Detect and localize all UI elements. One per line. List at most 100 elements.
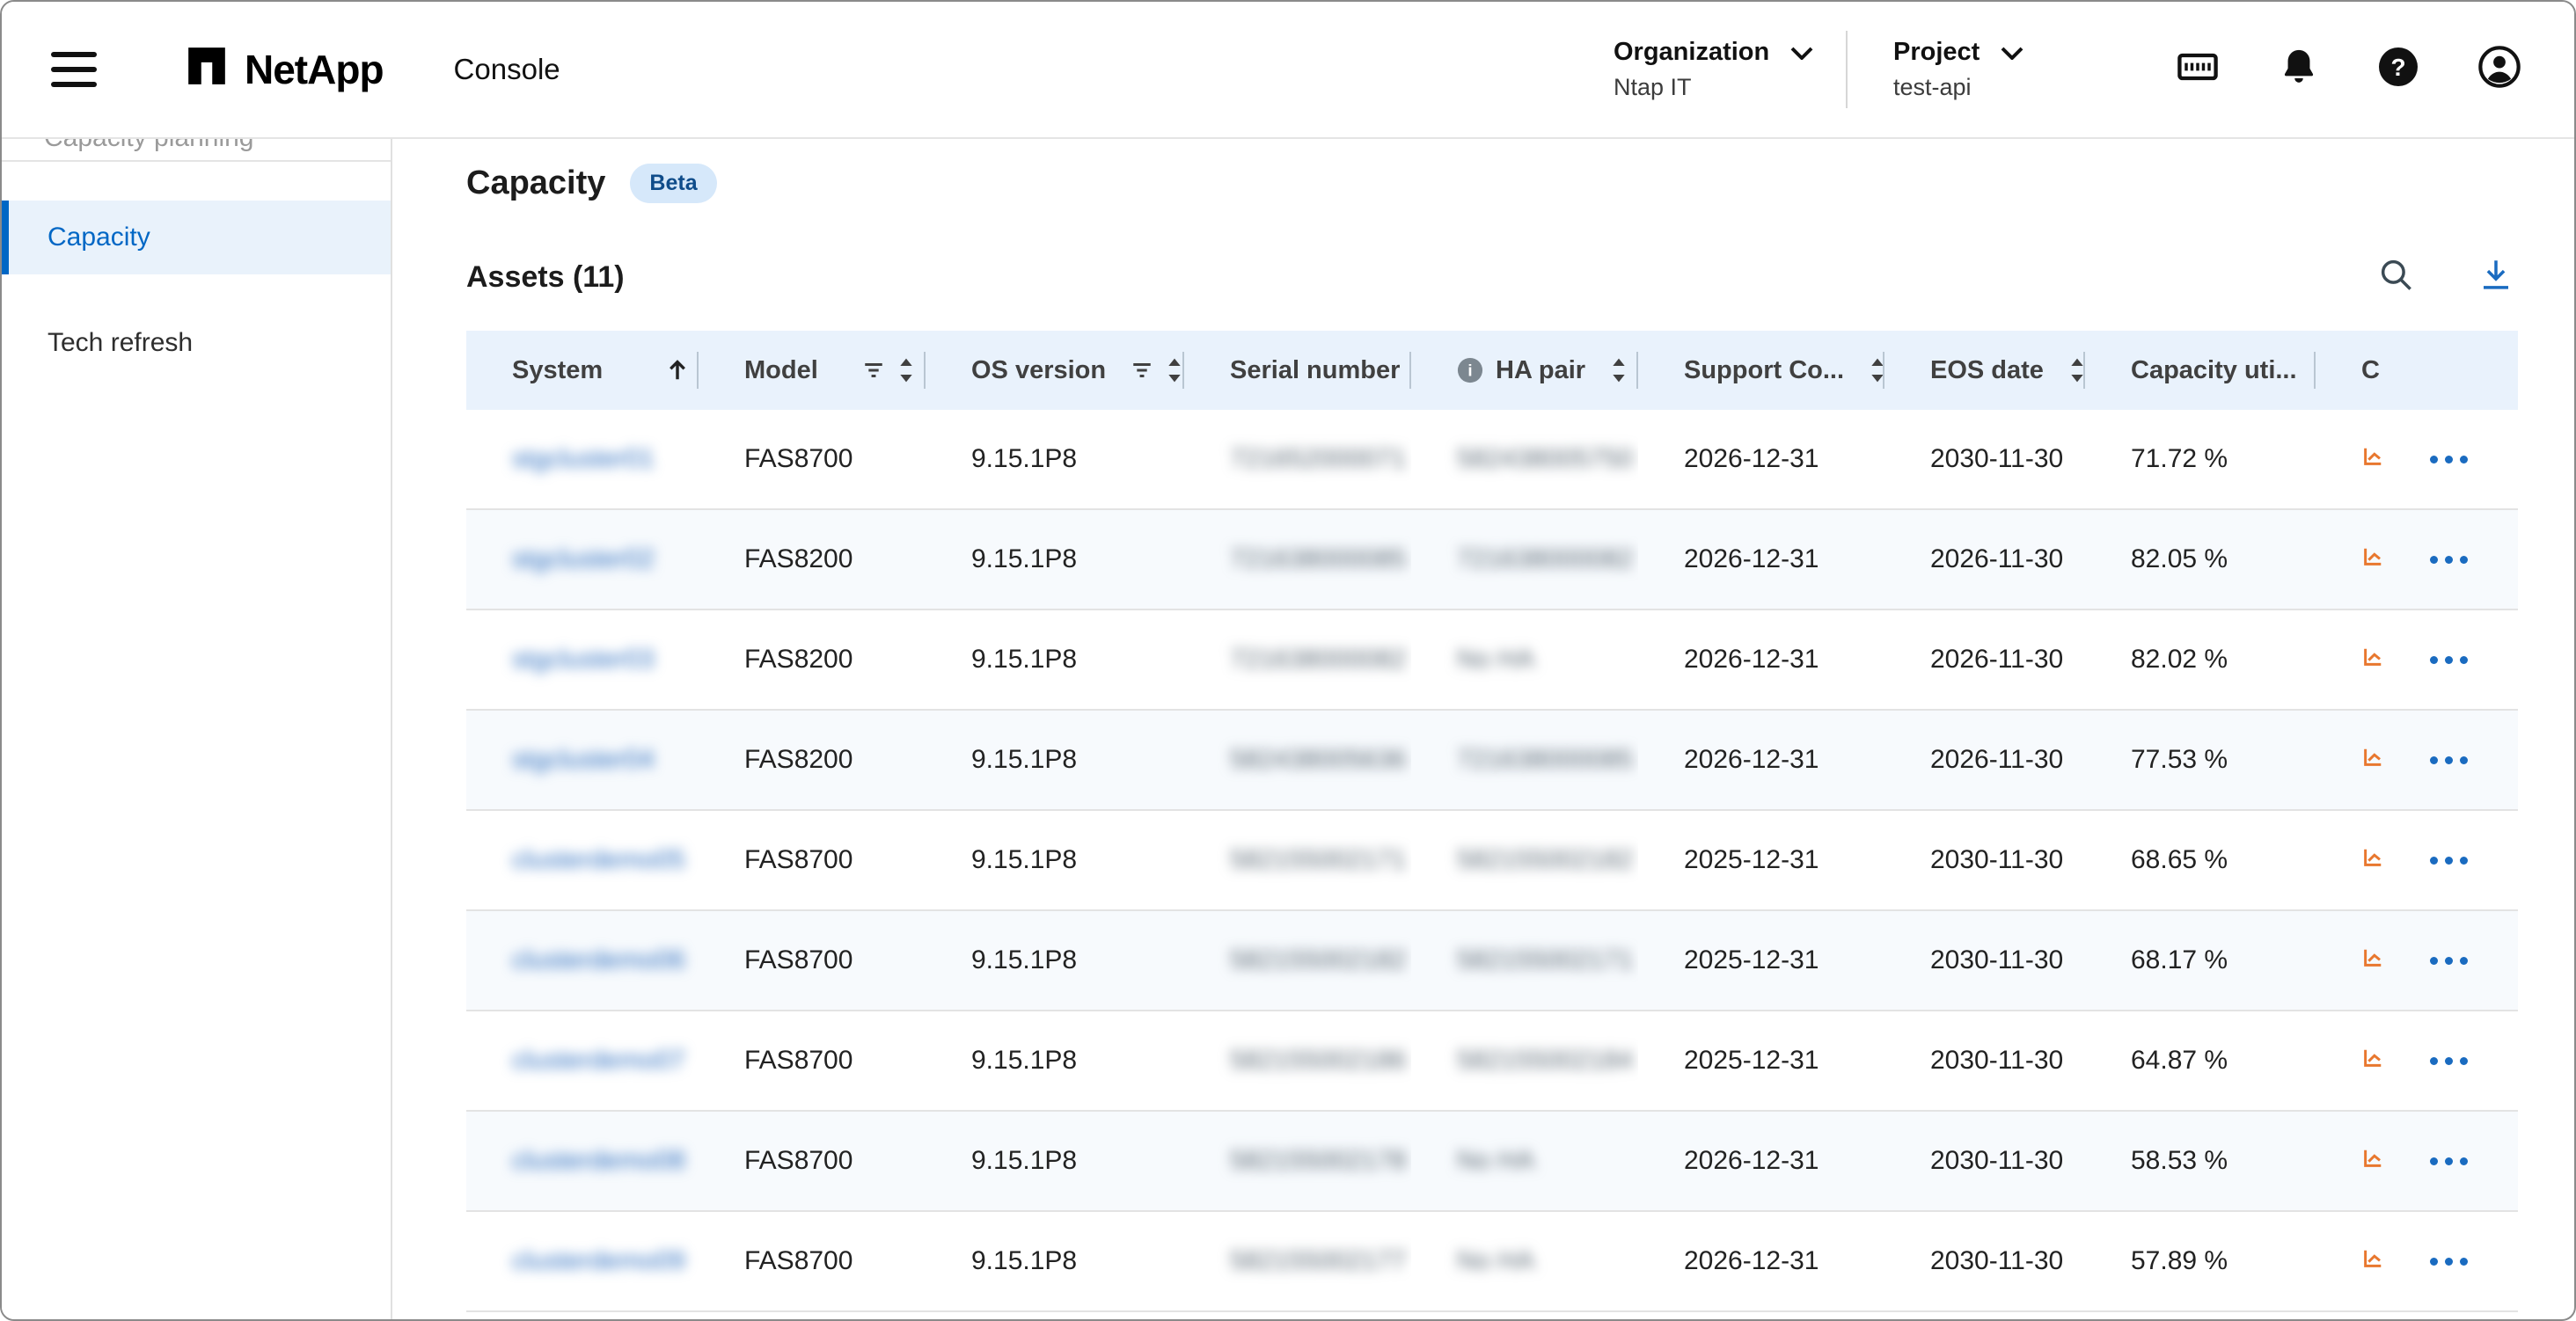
project-picker[interactable]: Project test-api bbox=[1893, 38, 2101, 101]
download-icon bbox=[2477, 256, 2514, 299]
capacity-utilization-cell: 64.87 % bbox=[2085, 1011, 2316, 1111]
ha-pair-cell: 721638000085 bbox=[1411, 710, 1638, 810]
row-actions-menu-icon[interactable] bbox=[2423, 649, 2475, 671]
sort-icon bbox=[1166, 357, 1183, 383]
row-actions-menu-icon[interactable] bbox=[2423, 449, 2475, 471]
sort-icon bbox=[1610, 357, 1628, 383]
sidebar-item-partial[interactable]: Capacity planning bbox=[2, 139, 391, 160]
capacity-trend-button[interactable] bbox=[2361, 946, 2384, 975]
sidebar-item-capacity[interactable]: Capacity bbox=[2, 201, 391, 274]
os-version-cell: 9.15.1P8 bbox=[926, 1111, 1184, 1211]
filter-icon bbox=[862, 359, 885, 382]
project-label: Project bbox=[1893, 38, 1980, 67]
capacity-trend-button[interactable] bbox=[2361, 445, 2384, 474]
capacity-trend-icon bbox=[2361, 846, 2384, 875]
header-divider bbox=[1846, 31, 1848, 108]
table-row: stgcluster01 FAS8700 9.15.1P8 7216520000… bbox=[466, 410, 2518, 509]
capacity-utilization-cell: 68.17 % bbox=[2085, 910, 2316, 1011]
notifications-button[interactable] bbox=[2279, 47, 2319, 93]
row-actions-cell bbox=[2316, 509, 2518, 609]
column-header-serial-number[interactable]: Serial number bbox=[1184, 331, 1411, 410]
eos-date-cell: 2030-11-30 bbox=[1884, 910, 2085, 1011]
sidebar: Capacity planning Capacity Tech refresh bbox=[2, 139, 392, 1319]
column-header-support-contract[interactable]: Support Co... bbox=[1638, 331, 1884, 410]
sidebar-item-tech-refresh[interactable]: Tech refresh bbox=[2, 306, 391, 380]
system-link[interactable]: clusterdemo08 bbox=[512, 1146, 685, 1175]
column-header-capacity-utilization[interactable]: Capacity uti... bbox=[2085, 331, 2316, 410]
table-row: clusterdemo05 FAS8700 9.15.1P8 582155002… bbox=[466, 810, 2518, 910]
os-version-cell: 9.15.1P8 bbox=[926, 1211, 1184, 1311]
system-link[interactable]: stgcluster04 bbox=[512, 745, 655, 774]
column-header-system[interactable]: System bbox=[466, 331, 699, 410]
system-link[interactable]: clusterdemo06 bbox=[512, 945, 685, 974]
column-header-os-version[interactable]: OS version bbox=[926, 331, 1184, 410]
serial-number-cell: 582155002186 bbox=[1184, 1011, 1411, 1111]
support-contract-cell: 2026-12-31 bbox=[1638, 1211, 1884, 1311]
column-header-eos-date[interactable]: EOS date bbox=[1884, 331, 2085, 410]
serial-number-cell: 582155002178 bbox=[1184, 1111, 1411, 1211]
capacity-trend-button[interactable] bbox=[2361, 1147, 2384, 1176]
account-button[interactable] bbox=[2477, 45, 2521, 95]
column-header-ha-pair[interactable]: i HA pair bbox=[1411, 331, 1638, 410]
capacity-trend-button[interactable] bbox=[2361, 846, 2384, 875]
capacity-trend-button[interactable] bbox=[2361, 1047, 2384, 1076]
organization-picker[interactable]: Organization Ntap IT bbox=[1614, 38, 1821, 101]
user-icon bbox=[2477, 45, 2521, 95]
table-row: clusterdemo08 FAS8700 9.15.1P8 582155002… bbox=[466, 1111, 2518, 1211]
sort-icon bbox=[1869, 357, 1884, 383]
column-header-truncated[interactable]: C bbox=[2316, 331, 2518, 410]
support-contract-cell: 2026-12-31 bbox=[1638, 710, 1884, 810]
sidebar-divider bbox=[2, 160, 391, 162]
capacity-utilization-cell: 58.53 % bbox=[2085, 1111, 2316, 1211]
capacity-utilization-cell: 82.05 % bbox=[2085, 509, 2316, 609]
table-row: stgcluster02 FAS8200 9.15.1P8 7216380000… bbox=[466, 509, 2518, 609]
row-actions-menu-icon[interactable] bbox=[2423, 850, 2475, 872]
system-link[interactable]: stgcluster01 bbox=[512, 444, 655, 473]
capacity-trend-button[interactable] bbox=[2361, 545, 2384, 574]
os-version-cell: 9.15.1P8 bbox=[926, 1011, 1184, 1111]
cli-console-button[interactable] bbox=[2175, 44, 2221, 96]
system-cell: clusterdemo07 bbox=[466, 1011, 699, 1111]
hamburger-menu-button[interactable] bbox=[51, 52, 97, 87]
system-link[interactable]: clusterdemo05 bbox=[512, 845, 685, 874]
serial-number-cell: 721638000082 bbox=[1184, 609, 1411, 710]
model-cell: FAS8200 bbox=[699, 509, 926, 609]
system-cell: stgcluster02 bbox=[466, 509, 699, 609]
system-cell: clusterdemo09 bbox=[466, 1211, 699, 1311]
row-actions-menu-icon[interactable] bbox=[2423, 1251, 2475, 1273]
table-row: stgcluster04 FAS8200 9.15.1P8 5824380056… bbox=[466, 710, 2518, 810]
serial-number-cell: 582155002182 bbox=[1184, 910, 1411, 1011]
sidebar-item-label: Tech refresh bbox=[48, 328, 193, 358]
capacity-trend-button[interactable] bbox=[2361, 646, 2384, 675]
row-actions-menu-icon[interactable] bbox=[2423, 549, 2475, 571]
system-link[interactable]: clusterdemo07 bbox=[512, 1046, 685, 1075]
serial-number-cell: 721638000085 bbox=[1184, 509, 1411, 609]
row-actions-menu-icon[interactable] bbox=[2423, 1150, 2475, 1172]
model-cell: FAS8700 bbox=[699, 1211, 926, 1311]
system-link[interactable]: stgcluster02 bbox=[512, 544, 655, 573]
search-icon bbox=[2377, 256, 2414, 299]
serial-number-cell: 582438005636 bbox=[1184, 710, 1411, 810]
row-actions-menu-icon[interactable] bbox=[2423, 950, 2475, 972]
os-version-cell: 9.15.1P8 bbox=[926, 710, 1184, 810]
capacity-trend-button[interactable] bbox=[2361, 1247, 2384, 1276]
svg-text:?: ? bbox=[2390, 54, 2405, 81]
serial-number-cell: 582155002177 bbox=[1184, 1211, 1411, 1311]
download-button[interactable] bbox=[2477, 256, 2514, 299]
help-button[interactable]: ? bbox=[2377, 46, 2419, 94]
eos-date-cell: 2030-11-30 bbox=[1884, 1011, 2085, 1111]
column-header-model[interactable]: Model bbox=[699, 331, 926, 410]
system-cell: stgcluster03 bbox=[466, 609, 699, 710]
system-link[interactable]: stgcluster03 bbox=[512, 645, 655, 674]
console-title: Console bbox=[454, 53, 560, 86]
ha-pair-cell: No HA bbox=[1411, 1111, 1638, 1211]
row-actions-cell bbox=[2316, 609, 2518, 710]
system-link[interactable]: clusterdemo09 bbox=[512, 1246, 685, 1275]
row-actions-cell bbox=[2316, 710, 2518, 810]
search-button[interactable] bbox=[2377, 256, 2414, 299]
top-header: NetApp Console Organization Ntap IT Proj… bbox=[2, 2, 2574, 139]
capacity-trend-button[interactable] bbox=[2361, 746, 2384, 775]
capacity-utilization-cell: 71.72 % bbox=[2085, 410, 2316, 509]
row-actions-menu-icon[interactable] bbox=[2423, 1050, 2475, 1072]
row-actions-menu-icon[interactable] bbox=[2423, 749, 2475, 771]
